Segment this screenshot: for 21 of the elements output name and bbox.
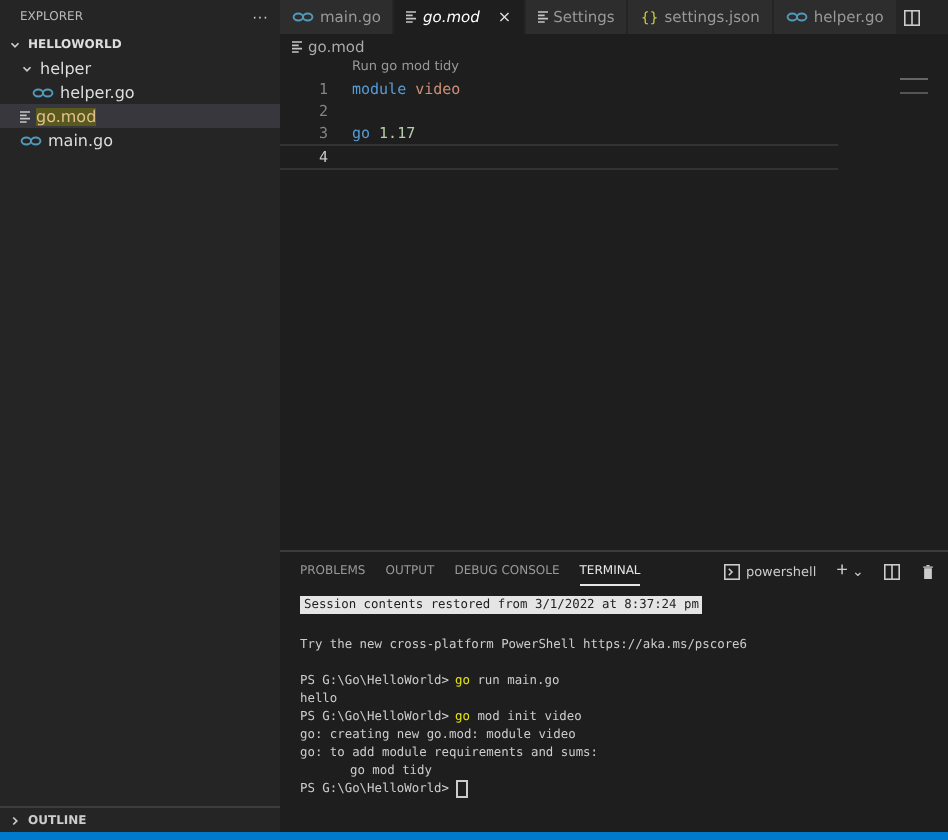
file-lines-icon: [20, 109, 30, 123]
tree-item[interactable]: helper: [0, 56, 280, 80]
go-file-icon: [292, 12, 314, 22]
minimap: [900, 78, 928, 94]
chevron-icon: [8, 813, 22, 827]
split-editor-icon[interactable]: [903, 9, 920, 25]
terminal-icon: [723, 564, 740, 580]
close-icon[interactable]: ×: [497, 8, 512, 26]
file-lines-icon: [292, 39, 302, 53]
file-lines-icon: [406, 10, 417, 24]
tree-item[interactable]: main.go: [0, 128, 280, 152]
new-terminal-button[interactable]: +: [836, 562, 848, 582]
trash-icon[interactable]: [920, 564, 936, 580]
go-file-icon: [32, 87, 54, 97]
go-file-icon: [20, 135, 42, 145]
go-file-icon: [785, 12, 808, 22]
split-terminal-icon[interactable]: [884, 564, 900, 580]
tree-item[interactable]: helper.go: [0, 80, 280, 104]
file-lines-icon: [537, 10, 548, 24]
more-actions-button[interactable]: ···: [252, 7, 268, 25]
tree-item[interactable]: go.mod: [0, 104, 280, 128]
